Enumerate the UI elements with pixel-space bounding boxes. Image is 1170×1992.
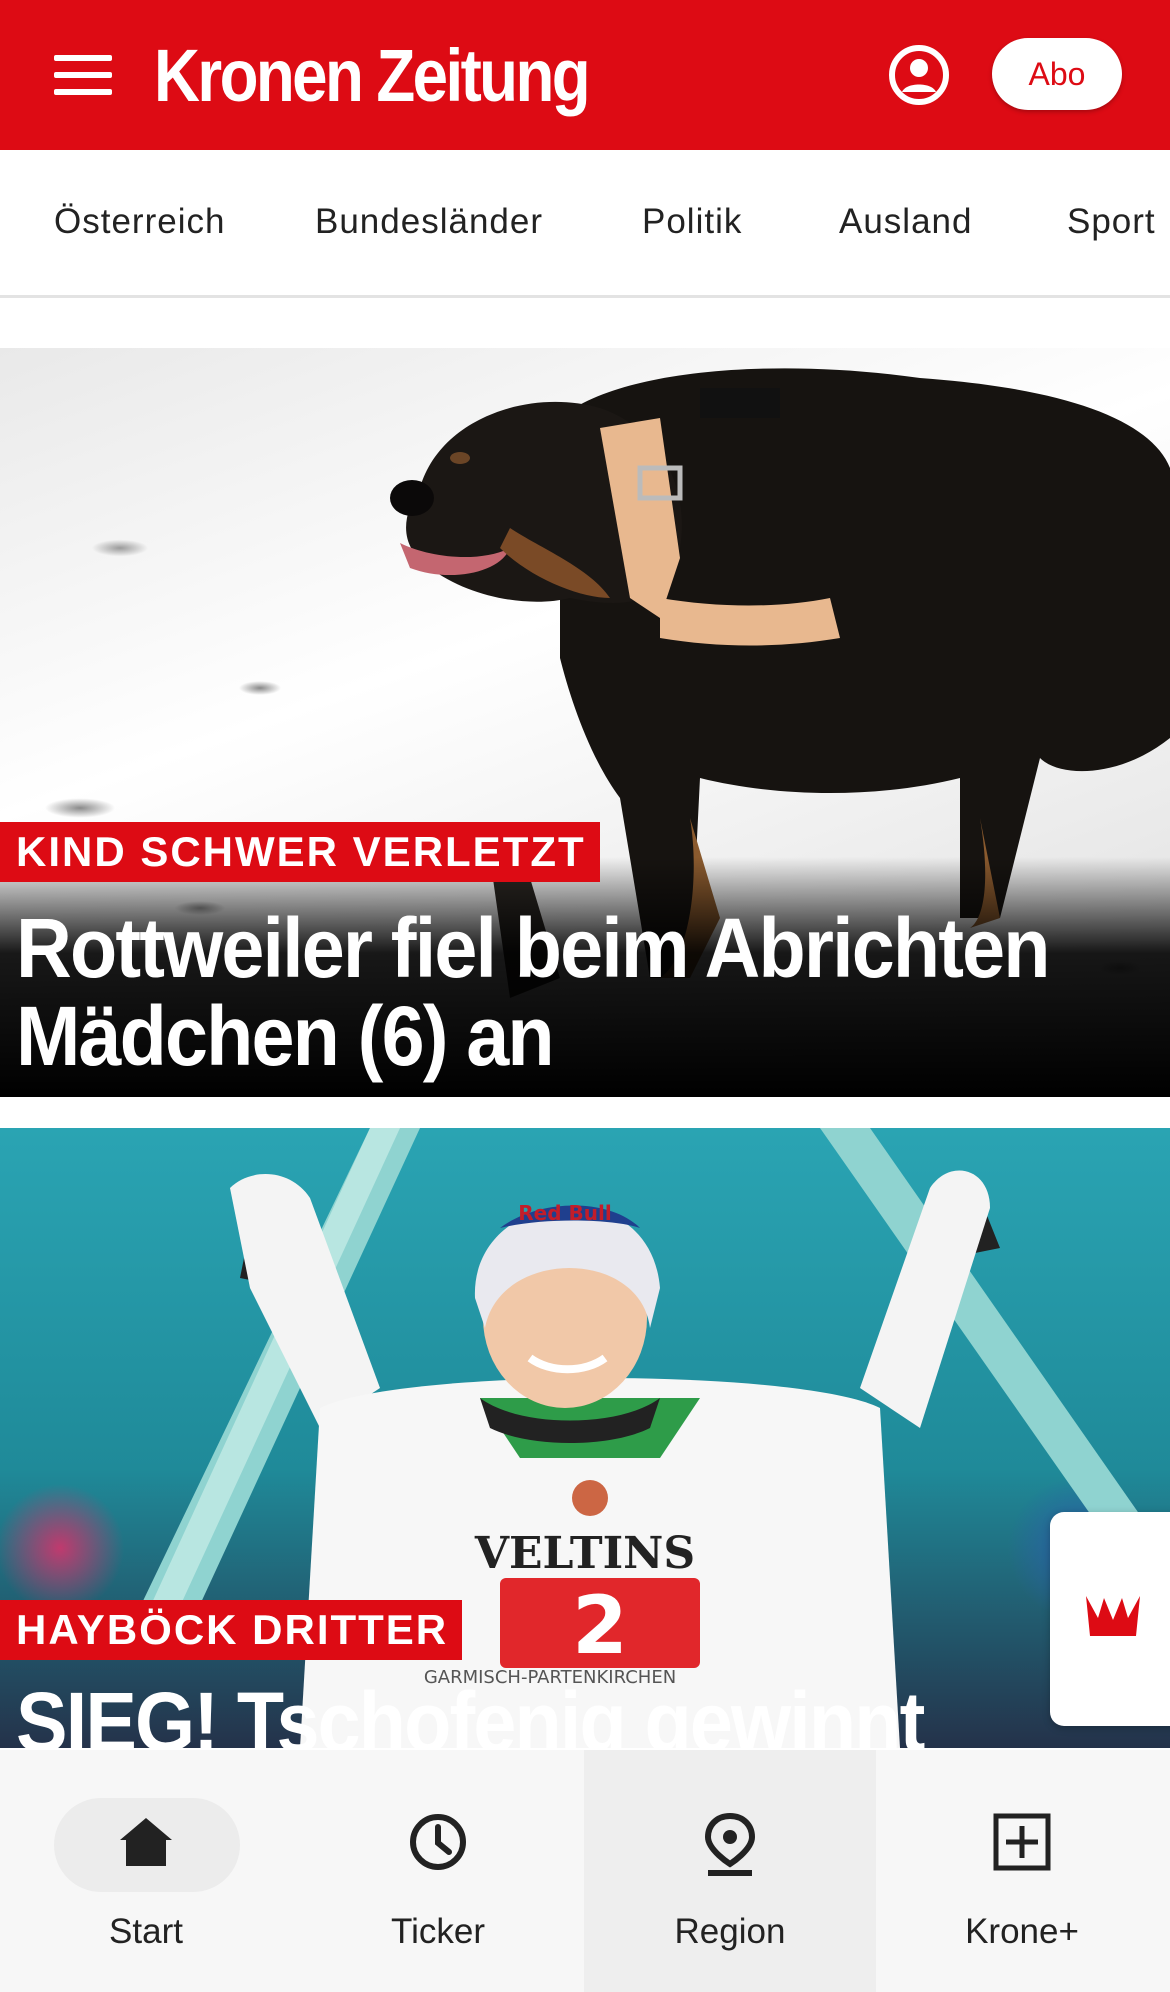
clock-icon bbox=[410, 1814, 466, 1870]
category-nav: Österreich Bundesländer Politik Ausland … bbox=[0, 150, 1170, 298]
article-card[interactable]: KIND SCHWER VERLETZT Rottweiler fiel bei… bbox=[0, 348, 1170, 1097]
tab-start[interactable]: Start bbox=[0, 1750, 292, 1992]
user-account-icon[interactable] bbox=[888, 44, 950, 106]
article-card[interactable]: 2 VELTINS GARMISCH-PARTENKIRCHEN Red Bul… bbox=[0, 1128, 1170, 1748]
bottom-tab-bar: Start Ticker Region Krone+ bbox=[0, 1750, 1170, 1992]
article-kicker: HAYBÖCK DRITTER bbox=[0, 1600, 463, 1660]
category-bundeslaender[interactable]: Bundesländer bbox=[315, 202, 543, 242]
tab-label: Region bbox=[674, 1912, 786, 1951]
tab-label: Ticker bbox=[391, 1912, 485, 1951]
plus-box-icon bbox=[993, 1813, 1051, 1871]
tab-label: Krone+ bbox=[965, 1912, 1079, 1951]
location-pin-icon bbox=[704, 1812, 756, 1876]
tab-region[interactable]: Region bbox=[584, 1750, 876, 1992]
hamburger-menu-icon[interactable] bbox=[54, 55, 112, 95]
helmet-logo: Red Bull bbox=[518, 1201, 611, 1225]
article-kicker: KIND SCHWER VERLETZT bbox=[0, 822, 600, 882]
article-headline[interactable]: SIEG! Tschofenig gewinnt bbox=[16, 1678, 1056, 1748]
site-logo[interactable]: Kronen Zeitung bbox=[154, 34, 591, 118]
category-oesterreich[interactable]: Österreich bbox=[54, 202, 225, 242]
krone-plus-floating-button[interactable] bbox=[1050, 1512, 1170, 1726]
tab-ticker[interactable]: Ticker bbox=[292, 1750, 584, 1992]
krone-crown-icon bbox=[1086, 1596, 1140, 1636]
category-sport[interactable]: Sport bbox=[1067, 202, 1156, 242]
bib-sponsor: VELTINS bbox=[474, 1528, 695, 1579]
bib-number: 2 bbox=[572, 1579, 628, 1672]
category-ausland[interactable]: Ausland bbox=[839, 202, 972, 242]
home-icon bbox=[120, 1818, 172, 1866]
tab-krone-plus[interactable]: Krone+ bbox=[876, 1750, 1168, 1992]
app-header: Kronen Zeitung Abo bbox=[0, 0, 1170, 150]
article-headline[interactable]: Rottweiler fiel beim Abrichten Mädchen (… bbox=[16, 904, 1056, 1080]
category-politik[interactable]: Politik bbox=[642, 202, 742, 242]
tab-label: Start bbox=[109, 1912, 183, 1951]
abo-button[interactable]: Abo bbox=[992, 38, 1122, 110]
